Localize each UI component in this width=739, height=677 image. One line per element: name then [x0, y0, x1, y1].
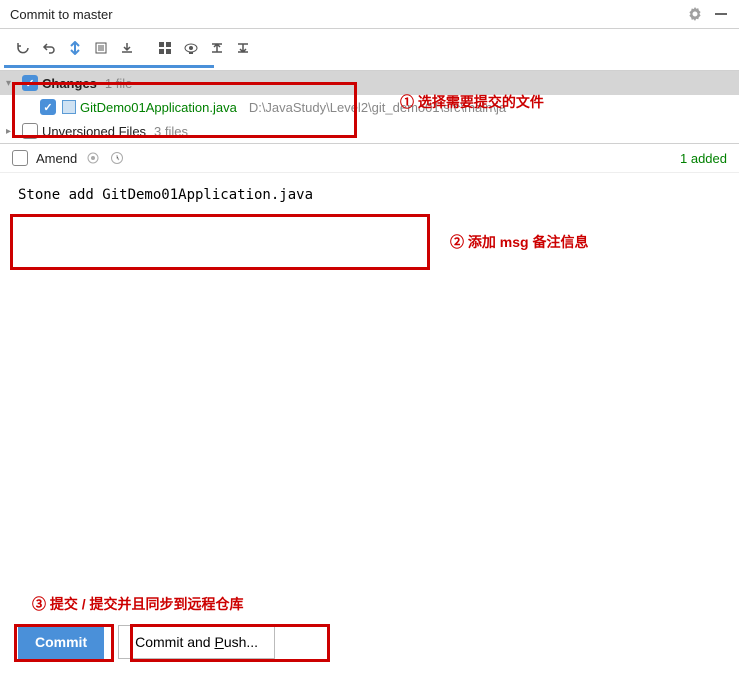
changes-tree: ▾ Changes 1 file GitDemo01Application.ja…: [0, 71, 739, 143]
commit-push-label: Commit and Push...: [135, 634, 258, 650]
diff-icon[interactable]: [68, 40, 82, 56]
unversioned-count: 3 files: [154, 124, 188, 139]
refresh-icon[interactable]: [16, 40, 30, 56]
file-node[interactable]: GitDemo01Application.java D:\JavaStudy\L…: [0, 95, 739, 119]
expand-icon[interactable]: [210, 40, 224, 56]
unversioned-checkbox[interactable]: [22, 123, 38, 139]
unversioned-label: Unversioned Files: [42, 124, 146, 139]
gear-icon[interactable]: [687, 6, 703, 22]
panel-title: Commit to master: [10, 7, 687, 22]
history-icon[interactable]: [109, 150, 125, 166]
commit-button[interactable]: Commit: [18, 625, 104, 659]
rollback-icon[interactable]: [42, 40, 56, 56]
minimize-icon[interactable]: [713, 6, 729, 22]
gear-icon[interactable]: [85, 150, 101, 166]
file-path: D:\JavaStudy\Level2\git_demo01\src\main\…: [249, 100, 506, 115]
java-file-icon: [60, 100, 76, 114]
amend-checkbox[interactable]: [12, 150, 28, 166]
unversioned-node[interactable]: ▸ Unversioned Files 3 files: [0, 119, 739, 143]
commit-message-area: [0, 173, 739, 543]
expand-icon[interactable]: ▸: [6, 126, 18, 137]
collapse-icon[interactable]: [236, 40, 250, 56]
amend-bar: Amend 1 added: [0, 143, 739, 173]
file-name: GitDemo01Application.java: [80, 100, 237, 115]
changes-label: Changes: [42, 76, 97, 91]
file-checkbox[interactable]: [40, 99, 56, 115]
status-added: 1 added: [680, 151, 727, 166]
annotation-3: ③ 提交 / 提交并且同步到远程仓库: [32, 594, 244, 614]
commit-push-button[interactable]: Commit and Push...: [118, 625, 275, 659]
changelist-icon[interactable]: [94, 40, 108, 56]
view-icon[interactable]: [184, 40, 198, 56]
changes-count: 1 file: [105, 76, 132, 91]
commit-message-input[interactable]: [12, 181, 727, 231]
group-icon[interactable]: [158, 40, 172, 56]
shelve-icon[interactable]: [120, 40, 134, 56]
footer-buttons: Commit Commit and Push...: [18, 625, 275, 659]
commit-button-label: Commit: [35, 634, 87, 650]
amend-label: Amend: [36, 151, 77, 166]
toolbar: [0, 29, 739, 71]
changes-checkbox[interactable]: [22, 75, 38, 91]
expand-icon[interactable]: ▾: [6, 78, 18, 89]
panel-header: Commit to master: [0, 0, 739, 29]
changes-node[interactable]: ▾ Changes 1 file: [0, 71, 739, 95]
